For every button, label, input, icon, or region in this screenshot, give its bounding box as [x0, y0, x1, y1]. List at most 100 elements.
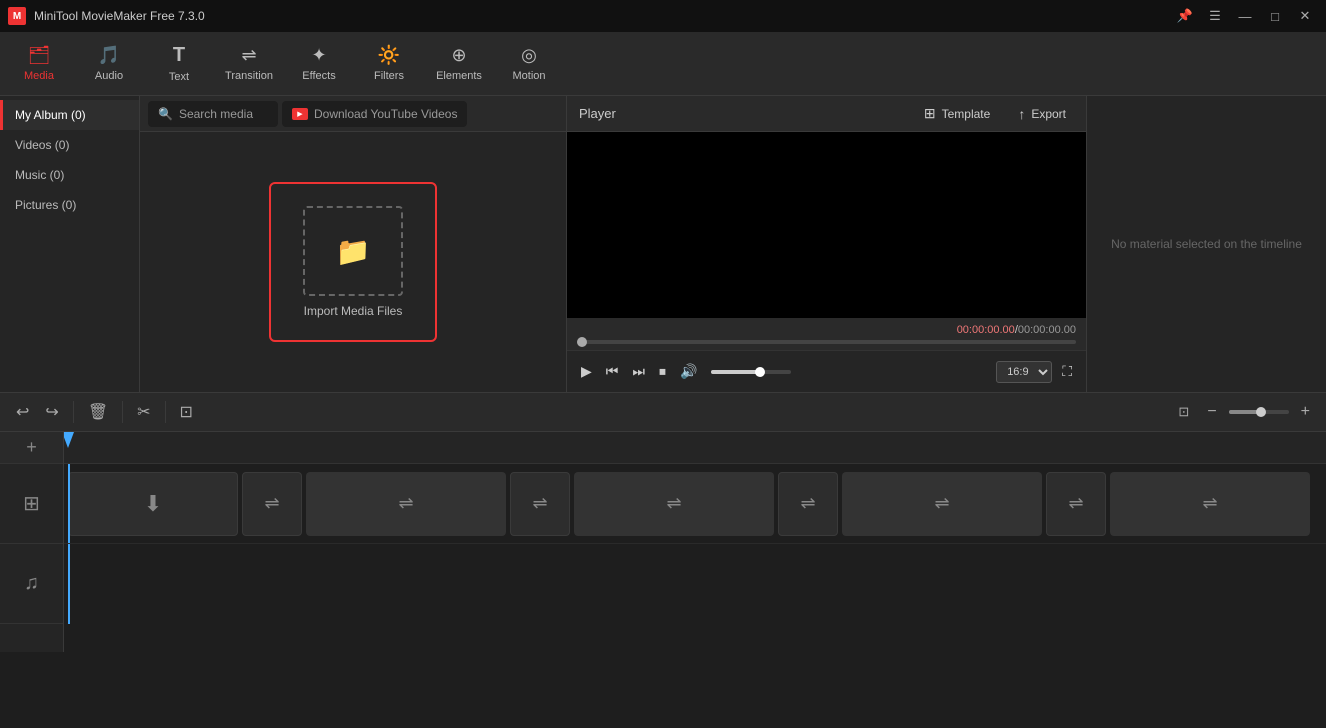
toolbar-effects-label: Effects	[302, 70, 335, 82]
template-button[interactable]: ⊞ Template	[916, 101, 998, 126]
video-track-row: ⬇ ⇌ ⇌ ⇌ ⇌ ⇌ ⇌	[64, 464, 1326, 544]
media-content: 📁 Import Media Files	[140, 132, 566, 392]
toolbar-effects[interactable]: ✦ Effects	[284, 36, 354, 92]
menu-button[interactable]: ☰	[1202, 5, 1228, 27]
transition-icon-2: ⇌	[398, 493, 413, 514]
play-button[interactable]: ▶	[577, 359, 596, 384]
folder-icon: 📁	[336, 235, 371, 268]
transition-clip-3[interactable]: ⇌	[778, 472, 838, 536]
video-clip-3[interactable]: ⇌	[574, 472, 774, 536]
sidebar-item-my-album[interactable]: My Album (0)	[0, 100, 139, 130]
audio-icon: 🎵	[98, 45, 120, 66]
toolbar-media-label: Media	[24, 70, 54, 82]
video-track-icon: ⊞	[23, 491, 40, 516]
video-canvas	[567, 132, 1086, 318]
time-total: 00:00:00.00	[1018, 324, 1076, 336]
audio-track-icon: ♫	[24, 572, 39, 595]
toolbar-separator-2	[122, 401, 123, 423]
redo-button[interactable]: ↪	[39, 398, 64, 426]
volume-thumb[interactable]	[755, 367, 765, 377]
media-icon: 🗂	[28, 45, 51, 66]
elements-icon: ⊕	[451, 45, 466, 66]
time-display: 00:00:00.00 / 00:00:00.00	[577, 324, 1076, 336]
toolbar-media[interactable]: 🗂 Media	[4, 36, 74, 92]
content-row: My Album (0) Videos (0) Music (0) Pictur…	[0, 96, 1326, 392]
media-area: 🔍 Search media Download YouTube Videos 📁…	[140, 96, 566, 392]
zoom-controls: ⊡ − +	[1172, 399, 1316, 425]
toolbar-separator-3	[165, 401, 166, 423]
minimize-button[interactable]: —	[1232, 5, 1258, 27]
pin-button[interactable]: 📌	[1172, 5, 1198, 27]
delete-button[interactable]: 🗑	[82, 398, 114, 426]
yt-label: Download YouTube Videos	[314, 107, 457, 121]
toolbar-elements[interactable]: ⊕ Elements	[424, 36, 494, 92]
zoom-slider[interactable]	[1229, 410, 1289, 414]
timeline-area: + ⊞ ♫ ⬇ ⇌ ⇌	[0, 432, 1326, 652]
go-start-button[interactable]: ⏮	[602, 359, 623, 384]
player-progress-thumb[interactable]	[577, 337, 587, 347]
motion-icon: ◎	[521, 45, 537, 66]
import-media-box[interactable]: 📁 Import Media Files	[269, 182, 437, 342]
app-icon: M	[8, 7, 26, 25]
player-header: Player ⊞ Template ↑ Export	[567, 96, 1086, 132]
zoom-in-button[interactable]: +	[1295, 399, 1316, 425]
download-youtube-button[interactable]: Download YouTube Videos	[282, 101, 467, 127]
transition-icon-1: ⇌	[264, 493, 279, 514]
track-header-audio[interactable]: ♫	[0, 544, 63, 624]
toolbar-transition[interactable]: ⇌ Transition	[214, 36, 284, 92]
video-clip-4[interactable]: ⇌	[842, 472, 1042, 536]
app-title: MiniTool MovieMaker Free 7.3.0	[34, 9, 1164, 23]
zoom-thumb[interactable]	[1256, 407, 1266, 417]
fullscreen-button[interactable]: ⛶	[1058, 359, 1076, 384]
right-panel: No material selected on the timeline	[1086, 96, 1326, 392]
search-media-button[interactable]: 🔍 Search media	[148, 101, 278, 127]
undo-button[interactable]: ↩	[10, 398, 35, 426]
transition-icon-3: ⇌	[532, 493, 547, 514]
player-actions: ⊞ Template ↑ Export	[916, 101, 1074, 126]
video-clip-main[interactable]: ⬇	[68, 472, 238, 536]
search-icon: 🔍	[158, 107, 173, 121]
transition-clip-4[interactable]: ⇌	[1046, 472, 1106, 536]
toolbar-filters[interactable]: 🔆 Filters	[354, 36, 424, 92]
no-material-message: No material selected on the timeline	[1111, 237, 1302, 251]
volume-button[interactable]: 🔊	[676, 359, 701, 384]
zoom-out-button[interactable]: −	[1201, 399, 1222, 425]
cut-button[interactable]: ✂	[131, 398, 156, 426]
toolbar-motion[interactable]: ◎ Motion	[494, 36, 564, 92]
player-progress-track[interactable]	[577, 340, 1076, 344]
go-end-button[interactable]: ⏭	[628, 359, 649, 384]
sidebar-item-pictures[interactable]: Pictures (0)	[0, 190, 139, 220]
import-inner: 📁	[303, 206, 403, 296]
close-button[interactable]: ✕	[1292, 5, 1318, 27]
aspect-ratio-select[interactable]: 16:9 9:16 1:1 4:3	[996, 361, 1052, 383]
toolbar-elements-label: Elements	[436, 70, 482, 82]
import-label: Import Media Files	[304, 304, 403, 318]
zoom-fit-button[interactable]: ⊡	[1172, 400, 1195, 424]
timeline-tracks-header: + ⊞ ♫	[0, 432, 64, 652]
toolbar: 🗂 Media 🎵 Audio T Text ⇌ Transition ✦ Ef…	[0, 32, 1326, 96]
timeline-tracks: ⬇ ⇌ ⇌ ⇌ ⇌ ⇌ ⇌	[64, 464, 1326, 652]
download-clip-icon: ⬇	[144, 491, 162, 517]
player-title: Player	[579, 106, 616, 121]
crop-button[interactable]: ⊡	[174, 398, 199, 426]
add-track-button[interactable]: +	[0, 432, 63, 464]
video-clip-2[interactable]: ⇌	[306, 472, 506, 536]
text-icon: T	[173, 44, 185, 67]
track-header-video[interactable]: ⊞	[0, 464, 63, 544]
maximize-button[interactable]: □	[1262, 5, 1288, 27]
toolbar-motion-label: Motion	[512, 70, 545, 82]
volume-slider[interactable]	[711, 370, 791, 374]
template-icon: ⊞	[924, 105, 936, 122]
sidebar-item-music[interactable]: Music (0)	[0, 160, 139, 190]
toolbar-text[interactable]: T Text	[144, 36, 214, 92]
player-controls: ▶ ⏮ ⏭ ⏹ 🔊 16:9 9:16 1:1 4:3 ⛶	[567, 350, 1086, 392]
stop-button[interactable]: ⏹	[655, 359, 670, 384]
media-toolbar: 🔍 Search media Download YouTube Videos	[140, 96, 566, 132]
export-button[interactable]: ↑ Export	[1010, 101, 1074, 126]
transition-clip-1[interactable]: ⇌	[242, 472, 302, 536]
toolbar-audio[interactable]: 🎵 Audio	[74, 36, 144, 92]
timeline-ruler	[64, 432, 1326, 464]
sidebar-item-videos[interactable]: Videos (0)	[0, 130, 139, 160]
transition-clip-2[interactable]: ⇌	[510, 472, 570, 536]
video-clip-5[interactable]: ⇌	[1110, 472, 1310, 536]
